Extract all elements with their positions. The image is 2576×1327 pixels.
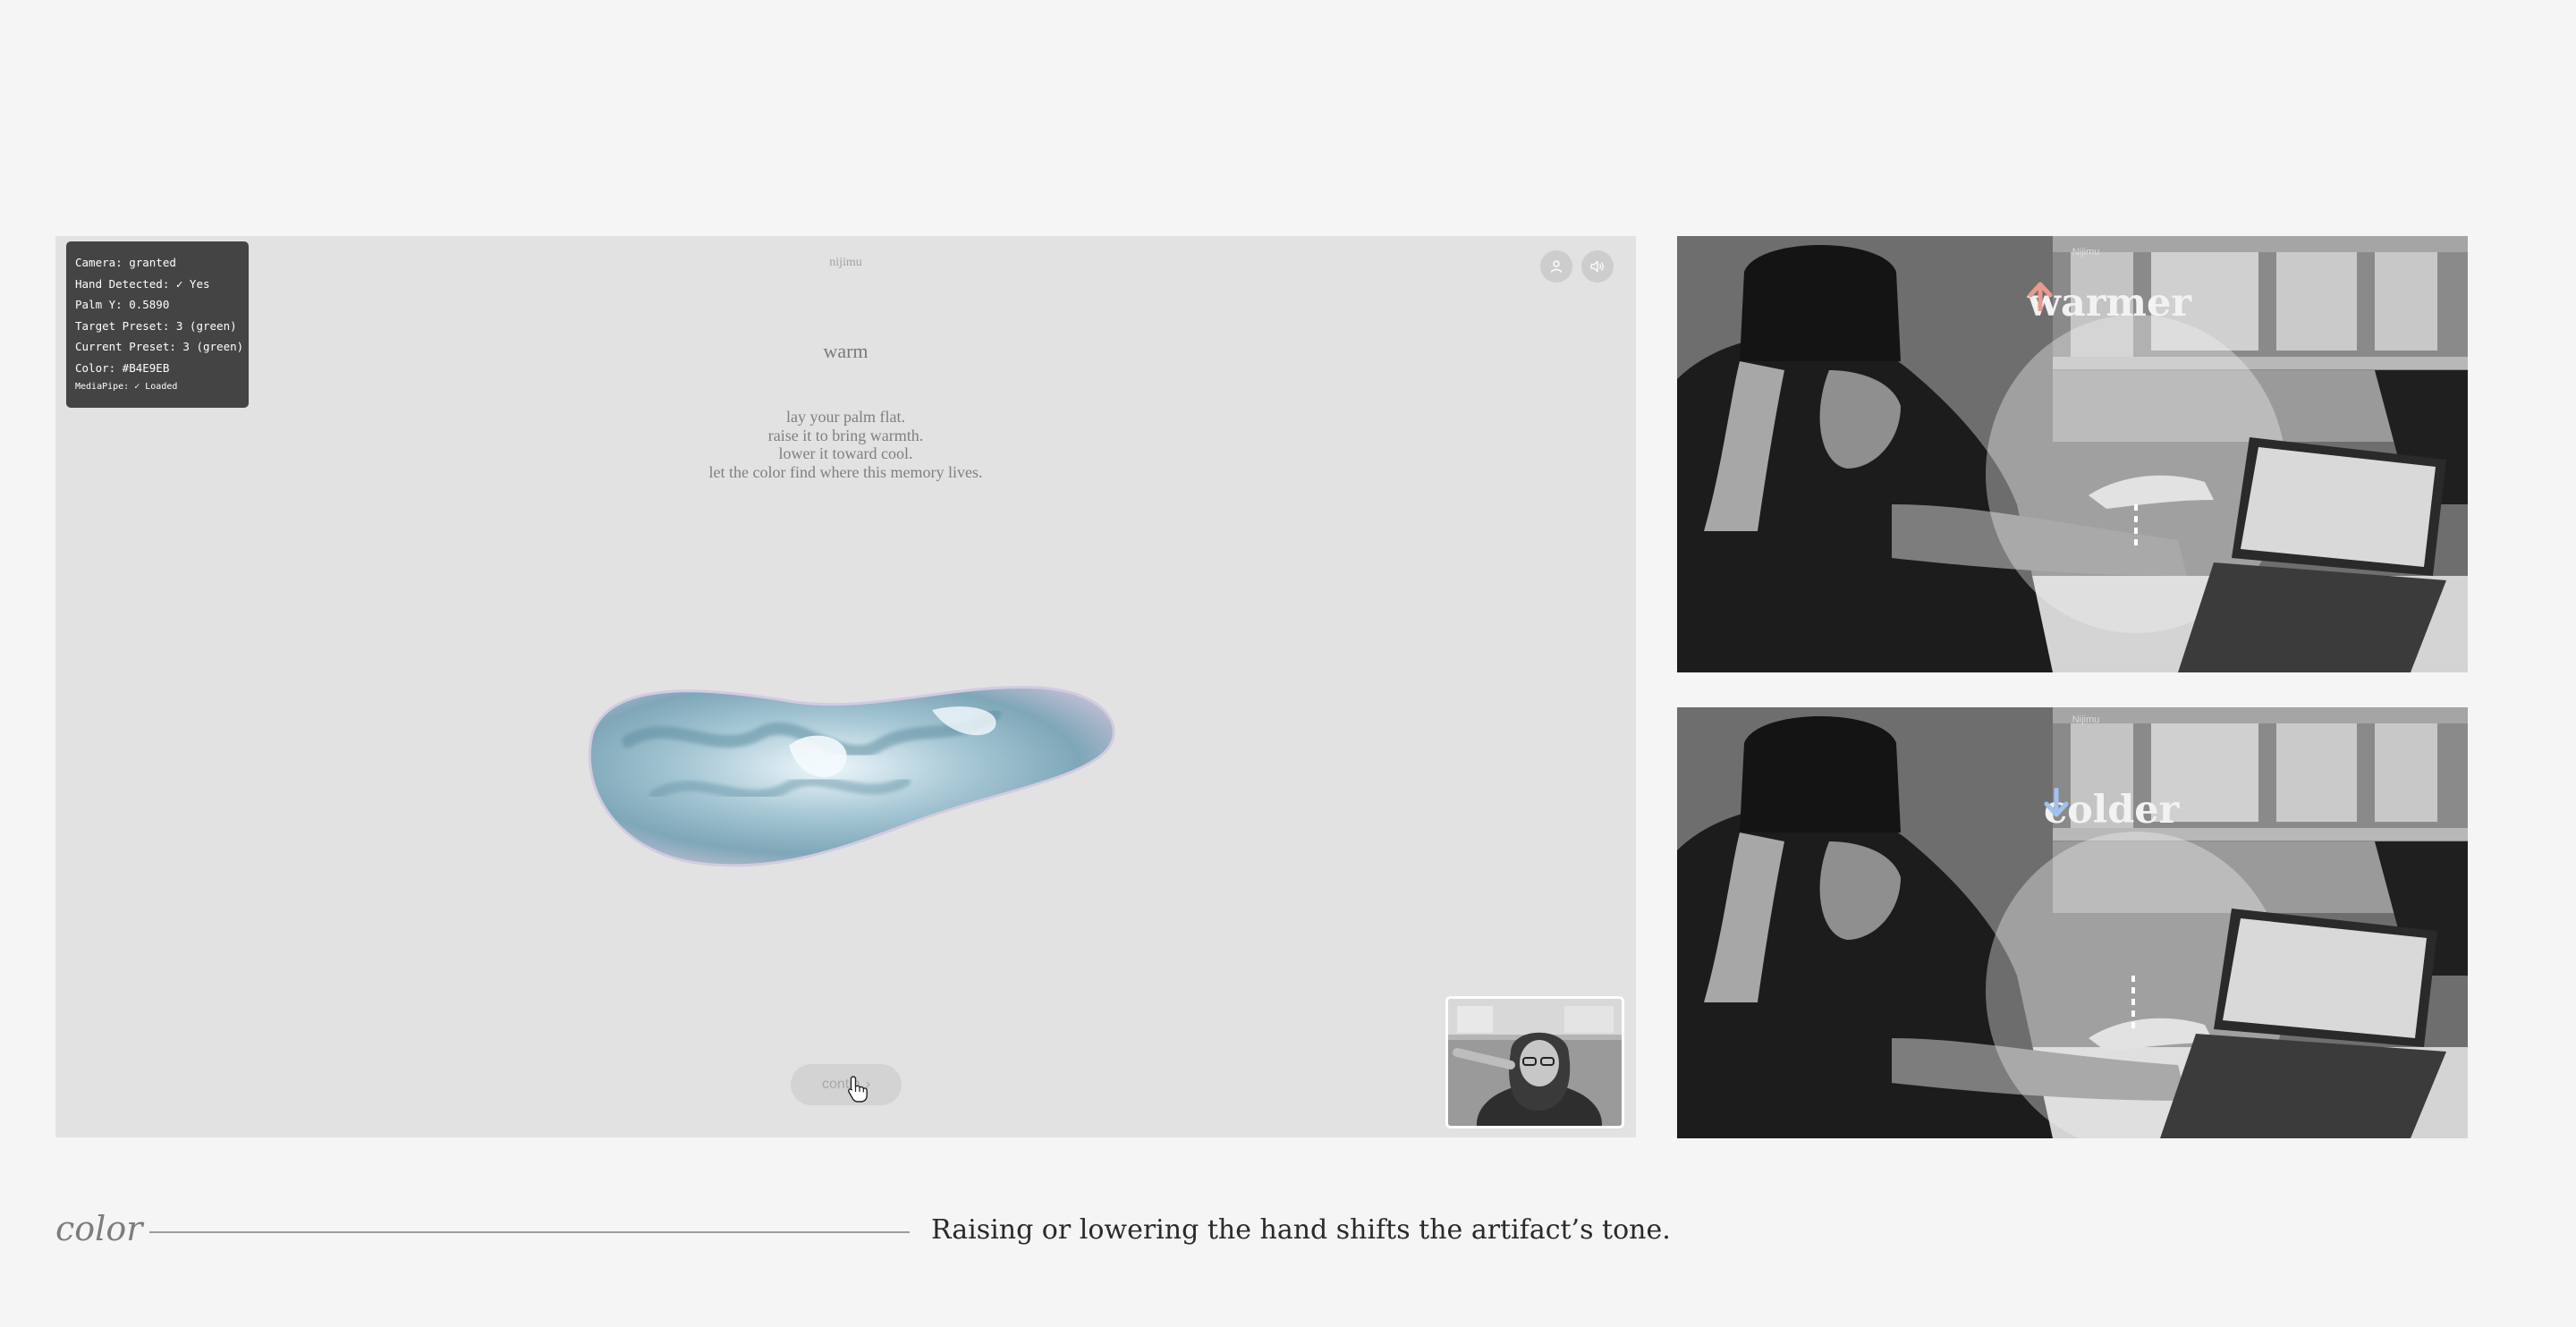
sound-button[interactable] [1581,250,1614,283]
debug-mediapipe: MediaPipe: ✓ Loaded [75,382,178,392]
instruction-line: raise it to bring warmth. [767,426,924,444]
instruction-line: lay your palm flat. [786,408,905,426]
caption-key: color [55,1209,143,1248]
debug-palm-y: Palm Y: 0.5890 [75,298,170,311]
photo-brand: Nijimu [2072,714,2100,725]
down-arrow-icon [2044,788,2069,817]
profile-button[interactable] [1540,250,1572,283]
photo-brand: Nijimu [2072,247,2100,258]
colder-demo-photo: Nijimu colder [1677,707,2468,1138]
instruction-line: let the color find where this memory liv… [708,462,983,481]
up-arrow-icon [2028,282,2053,311]
instructions: lay your palm flat. raise it to bring wa… [55,408,1636,481]
warmer-demo-photo: Nijimu warmer [1677,236,2468,672]
debug-hand-detected: Hand Detected: ✓ Yes [75,276,210,291]
instruction-line: lower it toward cool. [778,444,913,462]
webcam-preview [1445,996,1624,1128]
warmer-label-group: warmer [2028,281,2191,325]
colder-label-group: colder [2044,788,2179,833]
caption-divider [149,1231,910,1233]
debug-target-preset: Target Preset: 3 (green) [75,318,237,333]
color-artifact-blob[interactable] [574,661,1129,893]
speaker-icon [1590,260,1604,273]
mood-label: warm [823,340,869,362]
app-screen: Camera: granted Hand Detected: ✓ Yes Pal… [55,236,1636,1137]
user-icon [1550,260,1563,273]
app-brand: nijimu [829,256,862,269]
hand-cursor-icon [847,1076,868,1103]
caption-text: Raising or lowering the hand shifts the … [931,1214,1671,1246]
